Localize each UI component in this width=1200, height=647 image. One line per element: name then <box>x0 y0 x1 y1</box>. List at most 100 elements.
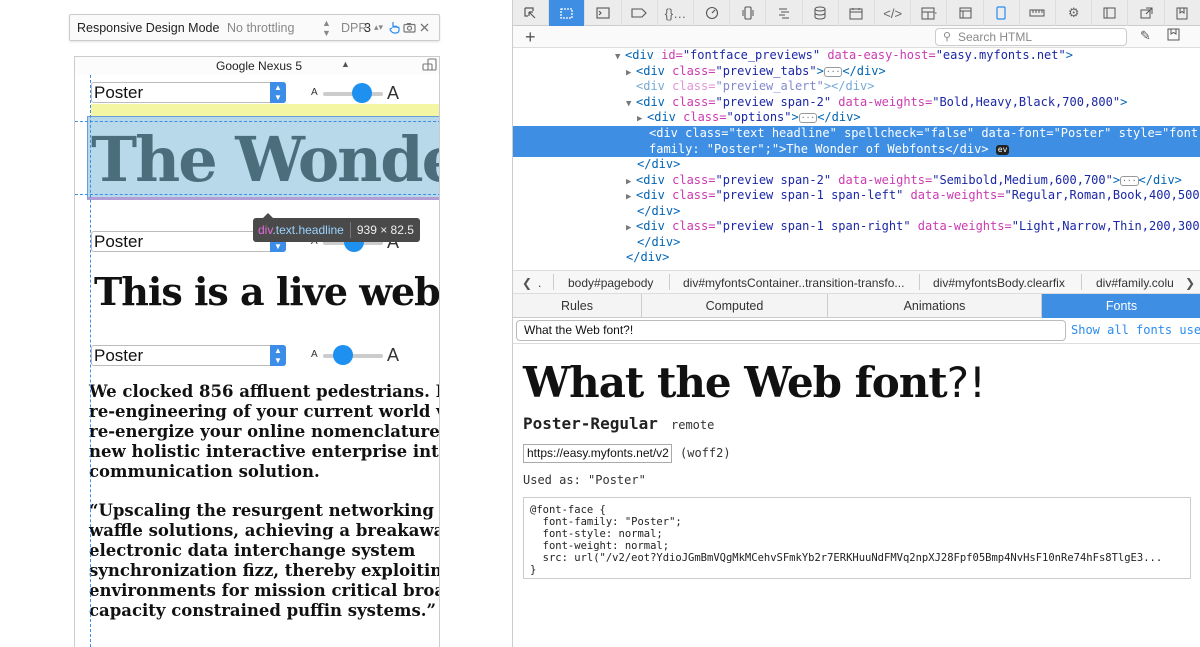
element-size-tooltip: div.text.headline 939 × 82.5 <box>253 213 420 242</box>
device-arrow-icon[interactable]: ▲ <box>341 59 350 69</box>
slider-thumb[interactable] <box>352 83 372 103</box>
dpr-arrow-icon[interactable]: ▴▾ <box>374 22 387 33</box>
tab-computed[interactable]: Computed <box>642 294 828 318</box>
breadcrumb-item[interactable]: div#myfontsBody.clearfix <box>933 276 1065 290</box>
timeline-icon[interactable] <box>694 0 731 26</box>
responsive-design-pane: Responsive Design Mode No throttling ▲ ▼ … <box>0 0 512 647</box>
vibrate-device-icon[interactable] <box>730 0 767 26</box>
attr-value: "fontface_previews" <box>682 48 821 62</box>
show-all-fonts-link[interactable]: Show all fonts used <box>1071 323 1200 337</box>
font-preview-text-input[interactable]: What the Web font?! <box>516 320 1066 341</box>
slider-thumb[interactable] <box>333 345 353 365</box>
detach-icon[interactable] <box>1128 0 1165 26</box>
tooltip-selector: div.text.headline <box>253 223 350 237</box>
tab-animations[interactable]: Animations <box>828 294 1042 318</box>
device-icon[interactable] <box>984 0 1020 26</box>
dom-node[interactable]: </div> <box>513 235 1200 251</box>
breadcrumb-separator <box>919 274 920 290</box>
headline-highlight[interactable]: The Wonder of Webfonts <box>87 116 439 200</box>
dom-node[interactable]: ▼ <div class="preview span-2" data-weight… <box>513 95 1200 111</box>
tab-rules[interactable]: Rules <box>513 294 642 318</box>
console-icon[interactable] <box>585 0 622 26</box>
list-icon[interactable] <box>766 0 803 26</box>
dom-node[interactable]: ▶ <div class="preview span-2" data-weight… <box>513 173 1200 189</box>
eyedropper-icon[interactable]: ✎ <box>1140 28 1151 44</box>
dom-node[interactable]: ▶ <div class="options"> ··· </div> <box>513 110 1200 126</box>
touch-icon[interactable] <box>387 21 402 34</box>
breadcrumb-item[interactable]: . <box>538 276 541 290</box>
dom-node[interactable]: ▶ <div class="preview_tabs"> ··· </div> <box>513 64 1200 80</box>
device-bar: Google Nexus 5 ▲ <box>74 56 440 75</box>
tooltip-tag: div <box>258 223 273 237</box>
ellipsis-icon[interactable]: ··· <box>823 66 843 77</box>
close-icon[interactable] <box>417 23 432 32</box>
throttling-select[interactable]: No throttling <box>227 21 322 35</box>
search-html-input[interactable]: ⚲ Search HTML <box>935 28 1127 46</box>
margin-highlight <box>91 104 439 116</box>
event-badge[interactable]: ev <box>995 144 1010 155</box>
tag: > <box>1120 94 1128 109</box>
attr-name: data-weights= <box>910 219 1012 233</box>
source-code-icon[interactable]: </> <box>875 0 912 26</box>
live-webfont-line[interactable]: This is a live webfont <box>94 269 439 314</box>
paragraph-line: environments for mission critical broad <box>89 581 440 600</box>
size-slider-1[interactable]: A A <box>311 83 401 103</box>
bookmark-icon[interactable] <box>1165 0 1200 26</box>
breadcrumb-back-icon[interactable]: ❮ <box>522 276 532 290</box>
paint-icon[interactable] <box>1167 28 1180 44</box>
font-face-css[interactable]: @font-face { font-family: "Poster"; font… <box>523 497 1191 579</box>
dom-node[interactable]: <div class="preview_alert"></div> <box>513 79 1200 95</box>
ellipsis-icon[interactable]: ··· <box>1120 175 1139 186</box>
dom-node[interactable]: </div> <box>513 204 1200 220</box>
tag: > <box>791 110 799 124</box>
dom-node[interactable]: </div> <box>513 157 1200 173</box>
select-arrow-icon[interactable]: ▲▼ <box>270 82 286 103</box>
dock-icon[interactable] <box>1092 0 1129 26</box>
breadcrumb-item[interactable]: div#family.colu <box>1096 276 1174 290</box>
font-select-1[interactable]: Poster ▲ ▼ <box>91 82 286 103</box>
dom-node[interactable]: ▶ <div class="preview span-1 span-right" … <box>513 219 1200 235</box>
attr-value: "preview span-1 span-left" <box>715 188 904 202</box>
font-url-field[interactable]: https://easy.myfonts.net/v2 <box>523 444 672 463</box>
pointer-icon[interactable] <box>513 0 550 26</box>
storage-tag-icon[interactable] <box>622 0 658 26</box>
ruler-icon[interactable] <box>1020 0 1057 26</box>
body-paragraph-2[interactable]: “Upscaling the resurgent networking ex w… <box>89 501 440 621</box>
ellipsis-icon[interactable]: ··· <box>798 113 818 123</box>
breadcrumb-item[interactable]: body#pagebody <box>568 276 653 290</box>
headline-text[interactable]: The Wonder of Webfonts <box>91 123 439 196</box>
elements-icon[interactable] <box>549 0 586 26</box>
device-select[interactable]: Google Nexus 5 <box>216 59 302 73</box>
paragraph-line: We clocked 856 affluent pedestrians. Pe <box>89 382 440 401</box>
calendar-icon[interactable] <box>839 0 876 26</box>
breadcrumb-item[interactable]: div#myfontsContainer..transition-transfo… <box>683 276 904 290</box>
screenshot-icon[interactable] <box>402 22 417 33</box>
attr-name: class= <box>672 79 716 93</box>
database-icon[interactable] <box>803 0 839 26</box>
dom-node[interactable]: </div> <box>513 250 1200 266</box>
dom-node[interactable]: ▶ <div class="preview span-1 span-left" d… <box>513 188 1200 204</box>
rotate-icon[interactable] <box>422 58 438 75</box>
braces-icon[interactable]: {}… <box>658 0 695 26</box>
throttling-arrow-icon[interactable]: ▲ ▼ <box>322 18 334 38</box>
panel-icon[interactable] <box>947 0 984 26</box>
tab-fonts[interactable]: Fonts <box>1042 294 1200 318</box>
breadcrumb-forward-icon[interactable]: ❯ <box>1181 276 1196 290</box>
add-icon[interactable]: + <box>525 26 536 48</box>
slider-track[interactable] <box>323 354 383 358</box>
attr-value: "options" <box>726 110 792 124</box>
font-select-3[interactable]: Poster ▲ ▼ <box>91 345 286 366</box>
selected-dom-node[interactable]: <div class="text headline" spellcheck="f… <box>513 126 1200 157</box>
dpr-select[interactable]: 3 <box>364 21 374 35</box>
attr-value: "Bold,Heavy,Black,700,800" <box>932 94 1121 109</box>
select-arrow-icon[interactable]: ▲▼ <box>270 345 286 366</box>
font-preview: What the Web font?! <box>523 358 986 407</box>
gear-icon[interactable]: ⚙ <box>1056 0 1093 26</box>
dom-node[interactable]: ▼ <div id="fontface_previews" data-easy-h… <box>513 48 1200 64</box>
tag: <div <box>636 188 673 202</box>
body-paragraph-1[interactable]: We clocked 856 affluent pedestrians. Pe … <box>89 382 440 482</box>
size-slider-3[interactable]: A A <box>311 345 401 365</box>
layout-icon[interactable] <box>911 0 948 26</box>
font-select-value: Poster <box>94 83 144 102</box>
attr-name: data-weights= <box>831 172 933 187</box>
